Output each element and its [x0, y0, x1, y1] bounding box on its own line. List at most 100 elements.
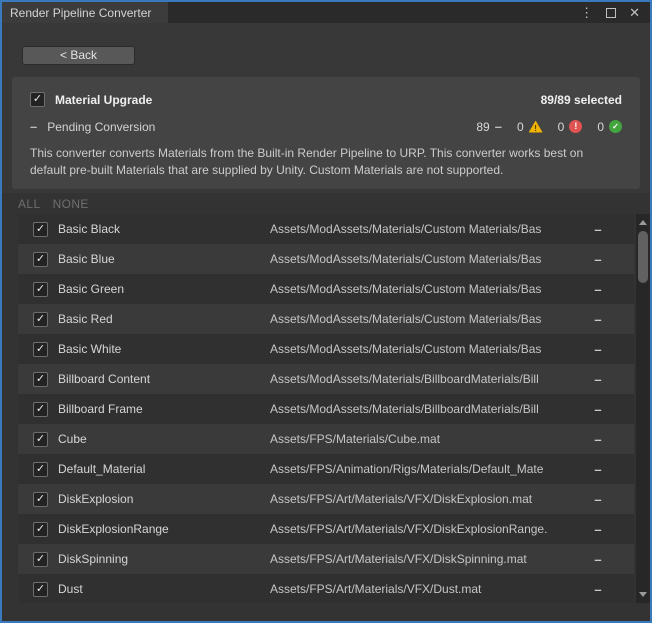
- table-row[interactable]: ✓ Billboard Content Assets/ModAssets/Mat…: [18, 364, 634, 394]
- material-path: Assets/FPS/Art/Materials/VFX/DiskExplosi…: [270, 492, 590, 506]
- table-row[interactable]: ✓ Default_Material Assets/FPS/Animation/…: [18, 454, 634, 484]
- converter-description: This converter converts Materials from t…: [30, 145, 622, 179]
- material-path: Assets/ModAssets/Materials/Custom Materi…: [270, 252, 590, 266]
- tab-render-pipeline-converter[interactable]: Render Pipeline Converter: [2, 2, 168, 23]
- row-checkbox[interactable]: ✓: [33, 582, 48, 597]
- material-name: Dust: [58, 582, 270, 596]
- render-pipeline-converter-window: Render Pipeline Converter ⋮ ✕ < Back ✓ M…: [0, 0, 652, 623]
- row-checkbox[interactable]: ✓: [33, 522, 48, 537]
- select-none-button[interactable]: NONE: [53, 197, 89, 211]
- row-status-icon: –: [590, 432, 606, 447]
- select-all-button[interactable]: ALL: [18, 197, 41, 211]
- table-row[interactable]: ✓ DiskExplosion Assets/FPS/Art/Materials…: [18, 484, 634, 514]
- list-controls: ALL NONE: [2, 193, 650, 214]
- material-name: Basic Red: [58, 312, 270, 326]
- converter-header-row: ✓ Material Upgrade 89/89 selected: [30, 86, 622, 113]
- warning-icon: !: [529, 121, 543, 133]
- row-status-icon: –: [590, 282, 606, 297]
- row-status-icon: –: [590, 582, 606, 597]
- material-name: Basic Blue: [58, 252, 270, 266]
- material-path: Assets/ModAssets/Materials/Custom Materi…: [270, 312, 590, 326]
- material-name: DiskExplosionRange: [58, 522, 270, 536]
- material-name: Basic Black: [58, 222, 270, 236]
- material-name: DiskExplosion: [58, 492, 270, 506]
- materials-list-section: ALL NONE ✓ Basic Black Assets/ModAssets/…: [2, 193, 650, 603]
- table-row[interactable]: ✓ Cube Assets/FPS/Materials/Cube.mat –: [18, 424, 634, 454]
- table-row[interactable]: ✓ Basic Blue Assets/ModAssets/Materials/…: [18, 244, 634, 274]
- titlebar: Render Pipeline Converter ⋮ ✕: [2, 2, 650, 23]
- row-status-icon: –: [590, 492, 606, 507]
- titlebar-icons: ⋮ ✕: [580, 2, 650, 23]
- pending-count: 89 –: [476, 119, 502, 134]
- material-path: Assets/FPS/Materials/Cube.mat: [270, 432, 590, 446]
- row-checkbox[interactable]: ✓: [33, 462, 48, 477]
- material-name: Cube: [58, 432, 270, 446]
- row-status-icon: –: [590, 252, 606, 267]
- row-checkbox[interactable]: ✓: [33, 252, 48, 267]
- row-status-icon: –: [590, 522, 606, 537]
- scroll-up-icon[interactable]: [639, 220, 647, 225]
- back-button[interactable]: < Back: [22, 46, 135, 65]
- table-row[interactable]: ✓ DiskSpinning Assets/FPS/Art/Materials/…: [18, 544, 634, 574]
- row-status-icon: –: [590, 312, 606, 327]
- material-name: Default_Material: [58, 462, 270, 476]
- material-path: Assets/ModAssets/Materials/Custom Materi…: [270, 282, 590, 296]
- table-row[interactable]: ✓ Billboard Frame Assets/ModAssets/Mater…: [18, 394, 634, 424]
- pending-conversion-row: – Pending Conversion 89 – 0 ! 0 ! 0: [30, 113, 622, 140]
- converter-panel: ✓ Material Upgrade 89/89 selected – Pend…: [12, 77, 640, 189]
- row-status-icon: –: [590, 372, 606, 387]
- success-icon: ✓: [609, 120, 622, 133]
- scrollbar-thumb[interactable]: [638, 231, 648, 283]
- row-status-icon: –: [590, 342, 606, 357]
- table-row[interactable]: ✓ Basic White Assets/ModAssets/Materials…: [18, 334, 634, 364]
- row-checkbox[interactable]: ✓: [33, 282, 48, 297]
- table-row[interactable]: ✓ Basic Green Assets/ModAssets/Materials…: [18, 274, 634, 304]
- material-path: Assets/ModAssets/Materials/Custom Materi…: [270, 222, 590, 236]
- material-path: Assets/ModAssets/Materials/BillboardMate…: [270, 402, 590, 416]
- pending-conversion-label: Pending Conversion: [47, 120, 155, 134]
- row-checkbox[interactable]: ✓: [33, 372, 48, 387]
- close-icon[interactable]: ✕: [629, 6, 640, 19]
- error-icon: !: [569, 120, 582, 133]
- row-checkbox[interactable]: ✓: [33, 312, 48, 327]
- warning-count: 0 !: [517, 120, 543, 134]
- material-path: Assets/ModAssets/Materials/Custom Materi…: [270, 342, 590, 356]
- pending-status-icon: –: [495, 119, 502, 134]
- table-row[interactable]: ✓ Basic Red Assets/ModAssets/Materials/C…: [18, 304, 634, 334]
- row-status-icon: –: [590, 462, 606, 477]
- converter-checkbox[interactable]: ✓: [30, 92, 45, 107]
- row-checkbox[interactable]: ✓: [33, 492, 48, 507]
- error-count: 0 !: [558, 120, 583, 134]
- converter-title: Material Upgrade: [55, 93, 152, 107]
- vertical-scrollbar[interactable]: [636, 214, 650, 603]
- scroll-down-icon[interactable]: [639, 592, 647, 597]
- row-status-icon: –: [590, 552, 606, 567]
- material-name: Basic Green: [58, 282, 270, 296]
- row-status-icon: –: [590, 402, 606, 417]
- material-path: Assets/FPS/Art/Materials/VFX/Dust.mat: [270, 582, 590, 596]
- material-name: Billboard Frame: [58, 402, 270, 416]
- success-count: 0 ✓: [597, 120, 622, 134]
- selected-summary: 89/89 selected: [541, 93, 622, 107]
- material-path: Assets/ModAssets/Materials/BillboardMate…: [270, 372, 590, 386]
- table-row[interactable]: ✓ Basic Black Assets/ModAssets/Materials…: [18, 214, 634, 244]
- table-row[interactable]: ✓ Dust Assets/FPS/Art/Materials/VFX/Dust…: [18, 574, 634, 604]
- row-status-icon: –: [590, 222, 606, 237]
- pending-dash-icon: –: [30, 119, 37, 134]
- row-checkbox[interactable]: ✓: [33, 402, 48, 417]
- row-checkbox[interactable]: ✓: [33, 432, 48, 447]
- table-row[interactable]: ✓ DiskExplosionRange Assets/FPS/Art/Mate…: [18, 514, 634, 544]
- material-name: DiskSpinning: [58, 552, 270, 566]
- toolbar: < Back: [2, 23, 650, 65]
- row-checkbox[interactable]: ✓: [33, 552, 48, 567]
- status-counts: 89 – 0 ! 0 ! 0 ✓: [476, 119, 622, 134]
- row-checkbox[interactable]: ✓: [33, 222, 48, 237]
- maximize-icon[interactable]: [606, 8, 616, 18]
- material-name: Billboard Content: [58, 372, 270, 386]
- materials-list: ✓ Basic Black Assets/ModAssets/Materials…: [18, 214, 634, 603]
- bottom-padding: [2, 603, 650, 621]
- kebab-menu-icon[interactable]: ⋮: [580, 6, 593, 19]
- material-path: Assets/FPS/Art/Materials/VFX/DiskSpinnin…: [270, 552, 590, 566]
- row-checkbox[interactable]: ✓: [33, 342, 48, 357]
- titlebar-spacer: [168, 2, 580, 23]
